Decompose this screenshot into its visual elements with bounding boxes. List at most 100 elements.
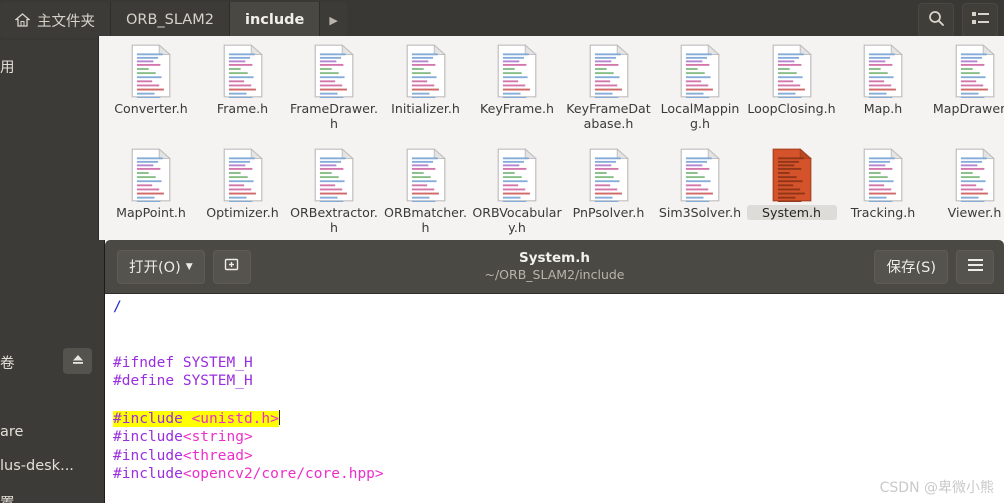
file-item[interactable]: LoopClosing.h bbox=[746, 44, 838, 116]
code-token: #include bbox=[113, 410, 192, 427]
breadcrumb-item-label: include bbox=[244, 12, 305, 28]
breadcrumb[interactable]: 主文件夹 ORB_SLAM2 include ▶ bbox=[0, 2, 347, 38]
file-item-label: Converter.h bbox=[114, 101, 188, 116]
file-item[interactable]: KeyFrame.h bbox=[471, 44, 563, 116]
file-item-label: System.h bbox=[746, 205, 837, 220]
file-item[interactable]: LocalMapping.h bbox=[654, 44, 746, 131]
file-item-label: ORBmatcher.h bbox=[384, 205, 467, 235]
sidebar-item-4[interactable]: lus-desk... bbox=[0, 458, 74, 474]
code-token: <unistd.h> bbox=[191, 410, 279, 427]
open-button[interactable]: 打开(O) ▼ bbox=[117, 249, 205, 284]
file-item[interactable]: Sim3Solver.h bbox=[654, 148, 746, 220]
sidebar-item-label: lus-desk... bbox=[0, 458, 74, 474]
file-document-icon bbox=[679, 148, 721, 203]
eject-icon bbox=[71, 353, 85, 369]
file-item[interactable]: ORBmatcher.h bbox=[380, 148, 472, 235]
file-document-icon bbox=[771, 44, 813, 99]
file-document-icon bbox=[862, 44, 904, 99]
file-item[interactable]: Map.h bbox=[837, 44, 929, 116]
save-button-label: 保存(S) bbox=[886, 260, 936, 276]
code-text: #ifndef SYSTEM_H bbox=[113, 355, 253, 371]
new-document-button[interactable] bbox=[212, 249, 251, 284]
file-document-icon bbox=[130, 148, 172, 203]
file-icon-grid: Converter.h Frame.h FrameDrawer.h Initializ… bbox=[99, 36, 1004, 240]
places-sidebar[interactable]: 用卷 are lus-desk... 置 bbox=[0, 40, 98, 503]
hamburger-menu-icon bbox=[967, 258, 984, 276]
file-document-icon bbox=[588, 148, 630, 203]
file-item[interactable]: System.h bbox=[746, 148, 838, 220]
chevron-down-icon: ▼ bbox=[185, 261, 193, 272]
file-item-label: MapDrawer.h bbox=[932, 101, 1004, 116]
code-token: / bbox=[113, 299, 122, 315]
file-document-icon bbox=[496, 148, 538, 203]
save-button[interactable]: 保存(S) bbox=[874, 249, 948, 284]
new-document-icon bbox=[223, 256, 240, 277]
file-item[interactable]: Optimizer.h bbox=[197, 148, 289, 220]
file-item-label: ORBextractor.h bbox=[290, 205, 378, 235]
file-item-label: Map.h bbox=[863, 101, 903, 116]
file-document-icon bbox=[679, 44, 721, 99]
open-button-label: 打开(O) bbox=[129, 260, 181, 276]
sidebar-item-3[interactable]: are bbox=[0, 424, 23, 440]
file-document-icon bbox=[771, 148, 813, 203]
code-text: #include<thread> bbox=[113, 448, 253, 464]
code-text: / bbox=[113, 299, 122, 315]
file-document-icon bbox=[496, 44, 538, 99]
file-document-icon bbox=[222, 148, 264, 203]
file-item[interactable]: KeyFrameDatabase.h bbox=[563, 44, 655, 131]
file-item[interactable]: MapPoint.h bbox=[105, 148, 197, 220]
file-item[interactable]: Initializer.h bbox=[380, 44, 472, 116]
file-document-icon bbox=[954, 44, 996, 99]
file-item[interactable]: PnPsolver.h bbox=[563, 148, 655, 220]
watermark: CSDN @卑微小熊 bbox=[879, 480, 994, 496]
code-token: <opencv2/core/core.hpp> bbox=[182, 466, 384, 483]
file-item-label: MapPoint.h bbox=[116, 205, 186, 220]
list-view-button[interactable] bbox=[962, 3, 998, 37]
file-item-label: ORBVocabulary.h bbox=[472, 205, 562, 235]
sidebar-item-label: 置 bbox=[0, 496, 15, 503]
code-text-area[interactable]: / #ifndef SYSTEM_H #define SYSTEM_H #includ… bbox=[105, 294, 1004, 503]
file-item-label: PnPsolver.h bbox=[572, 205, 645, 220]
menu-button[interactable] bbox=[956, 249, 994, 284]
code-token: #include bbox=[113, 447, 183, 464]
code-text: #include<string> bbox=[113, 429, 253, 445]
file-item-label: Sim3Solver.h bbox=[658, 205, 742, 220]
sidebar-item-5[interactable]: 置 bbox=[0, 492, 15, 503]
search-button[interactable] bbox=[918, 3, 954, 37]
file-item-label: FrameDrawer.h bbox=[290, 101, 378, 131]
breadcrumb-item-label: ORB_SLAM2 bbox=[126, 12, 214, 28]
file-manager-header: 主文件夹 ORB_SLAM2 include ▶ bbox=[0, 0, 1004, 40]
sidebar-item-2[interactable]: 卷 bbox=[0, 352, 15, 373]
file-list-pane[interactable]: Converter.h Frame.h FrameDrawer.h Initializ… bbox=[98, 36, 1004, 240]
breadcrumb-item-1[interactable]: 主文件夹 bbox=[0, 2, 111, 38]
sidebar-item-label: are bbox=[0, 424, 24, 440]
file-item[interactable]: ORBVocabulary.h bbox=[471, 148, 563, 235]
file-item-label: LocalMapping.h bbox=[660, 101, 740, 131]
file-document-icon bbox=[313, 44, 355, 99]
file-item[interactable]: Converter.h bbox=[105, 44, 197, 116]
file-document-icon bbox=[862, 148, 904, 203]
eject-button[interactable] bbox=[63, 348, 92, 374]
breadcrumb-overflow-arrow-icon[interactable]: ▶ bbox=[320, 2, 347, 38]
file-item-label: Viewer.h bbox=[947, 205, 1002, 220]
file-item[interactable]: Viewer.h bbox=[929, 148, 1004, 220]
breadcrumb-item-2[interactable]: ORB_SLAM2 bbox=[111, 2, 230, 38]
file-item-label: Tracking.h bbox=[850, 205, 916, 220]
file-item[interactable]: FrameDrawer.h bbox=[288, 44, 380, 131]
file-document-icon bbox=[130, 44, 172, 99]
file-item[interactable]: Frame.h bbox=[197, 44, 289, 116]
file-item[interactable]: Tracking.h bbox=[837, 148, 929, 220]
file-item-label: Optimizer.h bbox=[206, 205, 279, 220]
code-line: #define SYSTEM_H bbox=[113, 372, 1004, 391]
code-line: / bbox=[113, 298, 1004, 317]
file-item[interactable]: ORBextractor.h bbox=[288, 148, 380, 235]
file-item-label: KeyFrame.h bbox=[479, 101, 555, 116]
home-icon bbox=[15, 13, 30, 27]
sidebar-item-1[interactable]: 用 bbox=[0, 56, 15, 77]
code-text: #include<opencv2/core/core.hpp> bbox=[113, 466, 384, 482]
breadcrumb-item-3[interactable]: include bbox=[229, 2, 321, 38]
file-item[interactable]: MapDrawer.h bbox=[929, 44, 1004, 116]
editor-header-actions: 保存(S) bbox=[874, 249, 994, 284]
